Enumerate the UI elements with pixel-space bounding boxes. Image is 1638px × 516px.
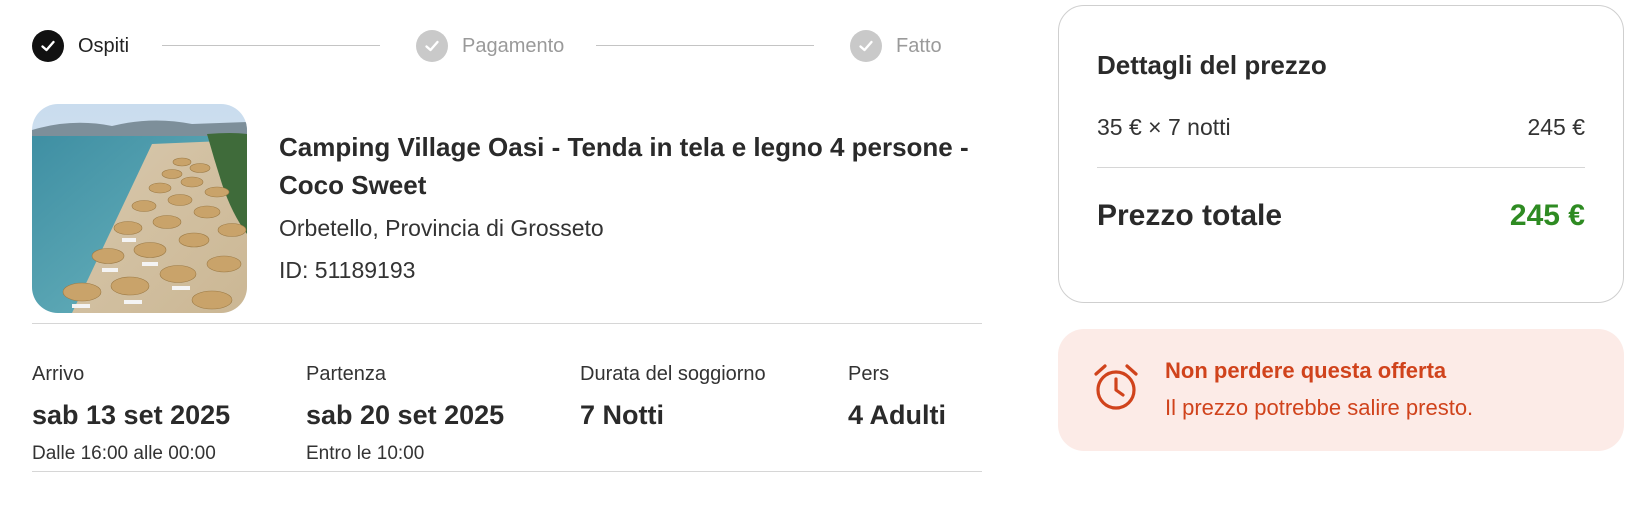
duration-label: Durata del soggiorno: [580, 363, 766, 385]
listing-id: ID: 51189193: [279, 257, 416, 283]
step-label: Fatto: [896, 34, 942, 57]
guests-info: Pers 4 Adulti: [848, 363, 946, 431]
departure-info: Partenza sab 20 set 2025 Entro le 10:00: [306, 363, 504, 465]
offer-banner: Non perdere questa offerta Il prezzo pot…: [1058, 329, 1624, 451]
arrival-date: sab 13 set 2025: [32, 400, 231, 430]
step-payment: Pagamento: [416, 29, 564, 63]
check-icon: [32, 30, 64, 62]
divider: [32, 471, 982, 472]
arrival-info: Arrivo sab 13 set 2025 Dalle 16:00 alle …: [32, 363, 230, 465]
divider: [1097, 167, 1585, 168]
guests-label: Pers: [848, 363, 890, 385]
step-connector: [162, 45, 380, 46]
price-details-card: Dettagli del prezzo 35 € × 7 notti 245 €…: [1058, 5, 1624, 303]
duration-value: 7 Notti: [580, 400, 664, 430]
step-done: Fatto: [850, 29, 942, 63]
listing-title: Camping Village Oasi - Tenda in tela e l…: [279, 132, 969, 200]
step-connector: [596, 45, 814, 46]
listing-location: Orbetello, Provincia di Grosseto: [279, 215, 604, 241]
price-breakdown-label: 35 € × 7 notti: [1097, 114, 1231, 140]
arrival-time: Dalle 16:00 alle 00:00: [32, 443, 216, 464]
listing-summary: Camping Village Oasi - Tenda in tela e l…: [32, 104, 982, 314]
offer-subtitle: Il prezzo potrebbe salire presto.: [1165, 395, 1474, 420]
beach-photo-icon: [32, 104, 247, 313]
alarm-clock-icon: [1094, 364, 1138, 410]
listing-photo[interactable]: [32, 104, 247, 313]
total-price-value: 245 €: [1509, 199, 1585, 232]
duration-info: Durata del soggiorno 7 Notti: [580, 363, 766, 431]
step-label: Pagamento: [462, 34, 565, 57]
check-icon: [850, 30, 882, 62]
price-breakdown-value: 245 €: [1527, 114, 1585, 140]
departure-label: Partenza: [306, 363, 387, 385]
departure-date: sab 20 set 2025: [306, 400, 505, 430]
arrival-label: Arrivo: [32, 363, 85, 385]
step-guests: Ospiti: [32, 29, 129, 63]
offer-title: Non perdere questa offerta: [1165, 358, 1447, 383]
departure-time: Entro le 10:00: [306, 443, 425, 464]
check-icon: [416, 30, 448, 62]
booking-details: Arrivo sab 13 set 2025 Dalle 16:00 alle …: [32, 363, 982, 473]
price-title: Dettagli del prezzo: [1097, 50, 1327, 80]
total-price-label: Prezzo totale: [1097, 199, 1283, 232]
divider: [32, 323, 982, 324]
checkout-stepper: Ospiti Pagamento Fatto: [32, 29, 982, 63]
step-label: Ospiti: [78, 34, 130, 57]
guests-value: 4 Adulti: [848, 400, 946, 430]
